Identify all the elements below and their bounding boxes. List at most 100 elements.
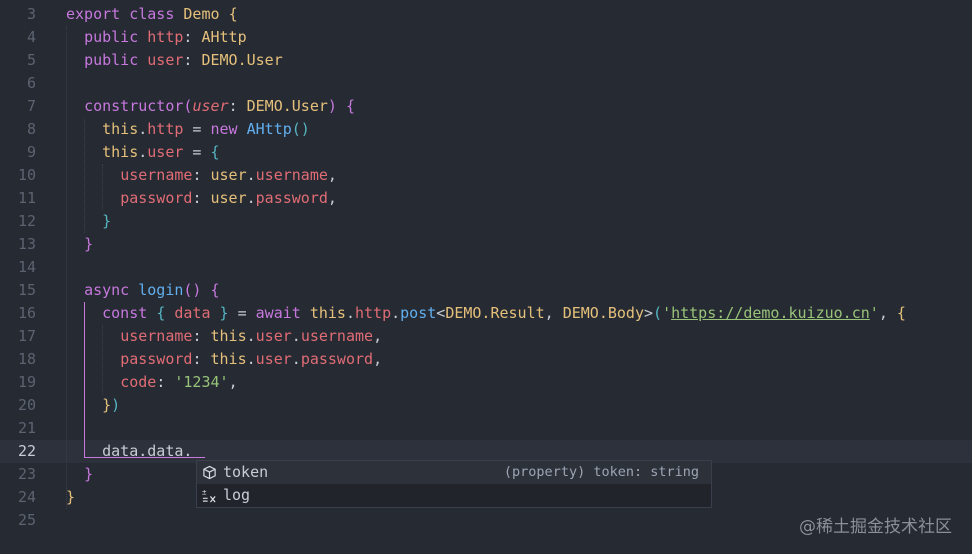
code-token: constructor [84, 97, 184, 115]
line-number: 23 [17, 465, 36, 483]
code-token: username [255, 166, 328, 184]
code-line[interactable]: 15 async login() { [0, 279, 972, 302]
line-number: 15 [17, 281, 36, 299]
code-token: AHttp [246, 120, 292, 138]
code-token: async [84, 281, 139, 299]
code-token: password [300, 350, 374, 368]
code-token: user [147, 51, 184, 69]
code-token: user [192, 97, 229, 115]
suggestion-label: log [223, 486, 251, 504]
line-number: 9 [26, 143, 36, 161]
code-token: password [120, 189, 193, 207]
line-number: 10 [17, 166, 36, 184]
code-line[interactable]: 10 username: user.username, [0, 164, 972, 187]
code-token: . [138, 143, 148, 161]
code-token: http [147, 120, 184, 138]
line-number: 24 [17, 488, 36, 506]
svg-text:±: ± [202, 488, 207, 497]
code-token: export [66, 5, 130, 23]
code-token: , [228, 373, 238, 391]
code-text: password: user.password, [66, 187, 337, 210]
code-text: } [66, 463, 93, 486]
indent-guide [66, 26, 67, 509]
code-token: . [246, 350, 256, 368]
line-number: 21 [17, 419, 36, 437]
code-text: async login() { [66, 279, 220, 302]
code-line[interactable]: 11 password: user.password, [0, 187, 972, 210]
code-line[interactable]: 8 this.http = new AHttp() [0, 118, 972, 141]
code-text: constructor(user: DEMO.User) { [66, 95, 355, 118]
code-token: } [102, 212, 112, 230]
indent-guide [102, 164, 104, 210]
code-token: . [246, 166, 256, 184]
code-token: AHttp [201, 28, 247, 46]
indent-guide [84, 118, 86, 233]
line-number: 14 [17, 258, 36, 276]
line-number: 13 [17, 235, 36, 253]
code-token: this [309, 304, 346, 322]
code-token: : [192, 189, 211, 207]
code-token: this [102, 120, 139, 138]
code-token: public [84, 28, 148, 46]
code-token: password [255, 189, 328, 207]
code-token: login [138, 281, 184, 299]
code-line[interactable]: 3 export class Demo { [0, 3, 972, 26]
line-number: 4 [26, 28, 36, 46]
code-line[interactable]: 5 public user: DEMO.User [0, 49, 972, 72]
code-line[interactable]: 12 } [0, 210, 972, 233]
code-token: user [147, 143, 184, 161]
code-text: } [66, 233, 93, 256]
line-number: 3 [26, 5, 36, 23]
code-token: user [210, 189, 247, 207]
code-token: } [66, 488, 76, 506]
method-icon: ± [202, 488, 216, 503]
code-line[interactable]: 4 public http: AHttp [0, 26, 972, 49]
code-token: ) [327, 97, 346, 115]
code-token: : [228, 97, 247, 115]
code-line[interactable]: 7 constructor(user: DEMO.User) { [0, 95, 972, 118]
suggestion-label: token [223, 463, 269, 481]
code-token: ' [662, 304, 672, 322]
code-token: user [255, 327, 292, 345]
code-token: ' [869, 304, 879, 322]
code-token: . [291, 350, 301, 368]
code-token: , [544, 304, 563, 322]
code-text: this.user = { [66, 141, 220, 164]
code-token: user [255, 350, 292, 368]
code-line[interactable]: 13 } [0, 233, 972, 256]
code-token: } [84, 465, 94, 483]
code-token: https://demo.kuizuo.cn [671, 304, 870, 322]
code-token: : [183, 28, 202, 46]
line-number: 25 [17, 511, 36, 529]
line-number: 22 [17, 442, 36, 460]
code-token: . [246, 189, 256, 207]
code-token: this [102, 143, 139, 161]
suggestion-item-log[interactable]: ± log [197, 484, 711, 507]
code-token: { [210, 281, 220, 299]
code-token: , [373, 350, 383, 368]
code-token: < [436, 304, 446, 322]
line-number: 7 [26, 97, 36, 115]
code-token: . [246, 327, 256, 345]
bracket-scope-indicator [84, 302, 206, 458]
code-token: username [300, 327, 374, 345]
code-token: Demo [183, 5, 229, 23]
code-token: () [291, 120, 310, 138]
code-token: = [183, 120, 211, 138]
code-text: public user: DEMO.User [66, 49, 283, 72]
code-line[interactable]: 14 [0, 256, 972, 279]
code-text: username: user.username, [66, 164, 337, 187]
code-line[interactable]: 6 [0, 72, 972, 95]
code-token: { [210, 143, 220, 161]
code-line[interactable]: 9 this.user = { [0, 141, 972, 164]
line-number: 11 [17, 189, 36, 207]
line-number: 5 [26, 51, 36, 69]
code-token: , [373, 327, 383, 345]
code-token: > [644, 304, 654, 322]
suggestion-item-token[interactable]: token (property) token: string [197, 461, 711, 484]
